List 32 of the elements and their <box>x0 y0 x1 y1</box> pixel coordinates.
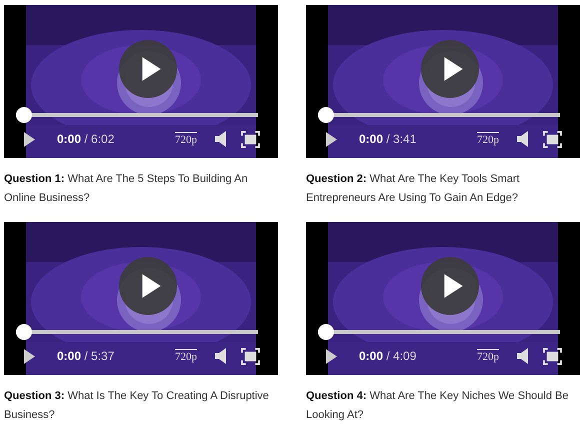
quality-button[interactable]: 720p <box>175 349 197 363</box>
play-icon <box>140 273 162 299</box>
quality-button[interactable]: 720p <box>477 349 499 363</box>
progress-bar[interactable] <box>16 107 258 123</box>
fullscreen-icon[interactable] <box>241 130 260 148</box>
quality-button[interactable]: 720p <box>477 132 499 146</box>
video-caption: Question 3: What Is The Key To Creating A Disruptive Business? <box>4 389 270 423</box>
video-caption: Question 2: What Are The Key Tools Smart Entrepreneurs Are Using To Gain An Edge? <box>306 172 521 206</box>
volume-icon[interactable] <box>517 131 529 147</box>
quality-button[interactable]: 720p <box>175 132 197 146</box>
play-icon[interactable] <box>326 348 337 364</box>
fullscreen-icon[interactable] <box>241 348 260 364</box>
volume-icon[interactable] <box>215 348 227 364</box>
video-caption: Question 1: What Are The 5 Steps To Building An Online Business? <box>4 172 249 206</box>
play-icon <box>442 273 464 299</box>
progress-bar[interactable] <box>16 324 258 340</box>
time-display: 0:00 / 3:41 <box>359 132 416 146</box>
play-icon[interactable] <box>326 132 337 146</box>
play-icon[interactable] <box>24 132 35 146</box>
play-icon <box>140 56 162 82</box>
time-display: 0:00 / 5:37 <box>57 349 114 363</box>
fullscreen-icon[interactable] <box>543 130 562 148</box>
fullscreen-icon[interactable] <box>543 348 562 364</box>
time-display: 0:00 / 4:09 <box>359 349 416 363</box>
play-icon <box>442 56 464 82</box>
time-display: 0:00 / 6:02 <box>57 132 114 146</box>
video-caption: Question 4: What Are The Key Niches We Should Be Looking At? <box>306 389 570 423</box>
volume-icon[interactable] <box>215 131 227 147</box>
volume-icon[interactable] <box>517 348 529 364</box>
progress-bar[interactable] <box>318 324 560 340</box>
play-icon[interactable] <box>24 348 35 364</box>
progress-bar[interactable] <box>318 107 560 123</box>
